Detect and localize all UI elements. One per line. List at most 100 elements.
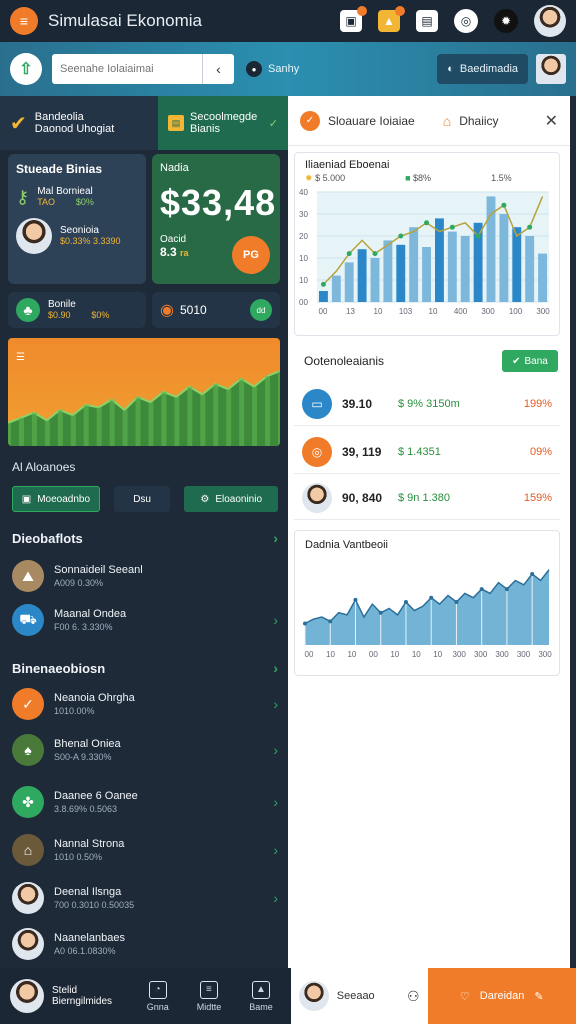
chevron-left-icon[interactable]: ‹ (202, 54, 234, 84)
hero-bar (213, 384, 219, 446)
hero-bar (226, 389, 232, 446)
hero-bar (70, 415, 76, 446)
action-button-2[interactable]: Dsu (113, 486, 171, 512)
row-detail: $ 9% 3150m (398, 397, 460, 410)
coin-badge-icon[interactable]: PG (232, 236, 270, 274)
x-tick-label: 103 (399, 307, 413, 316)
mini-stat-card[interactable]: ♣ Bonile $0.90 $0% (8, 292, 146, 328)
close-icon[interactable]: ✕ (545, 111, 558, 131)
legend-label: 1.5% (491, 173, 512, 183)
app-logo-icon[interactable]: ≡ (10, 7, 38, 35)
header-card-secondary[interactable]: ▤ Secoolmegde Bianis ✓ (158, 96, 288, 150)
dark-mode-icon[interactable]: ✹ (494, 9, 518, 33)
action-button-3[interactable]: ⚙ Eloaoninio (184, 486, 278, 512)
hero-bar (200, 394, 206, 446)
line-point (320, 281, 326, 287)
nav-label: Midtte (196, 1001, 222, 1012)
section-title: Binenaeobiosn (12, 660, 106, 676)
list-item[interactable]: ⛟ Maanal Ondea F00 6. 3.330% › (12, 600, 278, 640)
bottom-user[interactable]: Stelid Bierngilmides (0, 979, 139, 1013)
list-item-sub: A0 06.1.0830% (54, 946, 116, 956)
message-icon[interactable]: ▤ (416, 10, 438, 32)
list-item-sub: S00-A 9.330% (54, 752, 112, 762)
section-action-button[interactable]: ✔ Bana (502, 350, 558, 372)
landscape-icon: ⛰ (12, 560, 44, 592)
actions-title: Al Aloanoes (12, 460, 76, 474)
x-tick-label: 10 (326, 650, 335, 659)
nav-item-2[interactable]: ≡ Midtte (196, 980, 222, 1012)
header-card-primary[interactable]: ✔ Bandeolia Daonod Uhogiat (0, 96, 158, 150)
list-item[interactable]: Deenal Ilsnga 700 0.3010 0.50035 › (12, 878, 278, 918)
chart-title: Iliaeniad Eboenai (305, 159, 390, 171)
section-header-1[interactable]: Dieobaflots › (12, 530, 278, 546)
hero-bar (278, 371, 280, 446)
hero-bar (265, 376, 271, 446)
coin-stat-value: 5010 (179, 303, 207, 317)
status-icon: ● (246, 61, 262, 77)
x-tick-label: 13 (346, 307, 355, 316)
bar (357, 249, 367, 302)
user-avatar[interactable] (534, 5, 566, 37)
list-item[interactable]: ⛰ Sonnaideil Seeanl A009 0.30% (12, 556, 278, 596)
list-item-sub: 1010.00% (54, 706, 95, 716)
action-row: ▣ Moeoadnbo Dsu ⚙ Eloaoninio (12, 486, 278, 512)
table-row[interactable]: ◎ 39, 119 $ 1.4351 09% (294, 430, 560, 474)
hero-bar (8, 423, 11, 446)
coin-icon[interactable]: ◎ (454, 9, 478, 33)
tab-overview[interactable]: Sloauare Ioiaiae (328, 114, 415, 128)
list-item[interactable]: ♠ Bhenal Oniea S00-A 9.330% › (12, 730, 278, 770)
village-icon: ⌂ (12, 834, 44, 866)
bottom-user-name: Stelid (52, 985, 78, 996)
list-item[interactable]: Naanelanbaes A0 06.1.0830% (12, 924, 278, 964)
legend-label: $8% (413, 173, 432, 183)
area-chart-panel: Dadnia Vantbeoii 00 10 10 00 10 10 10 300 300 300… (294, 530, 560, 676)
hero-bar (109, 399, 115, 446)
action-button-1[interactable]: ▣ Moeoadnbo (12, 486, 100, 512)
left-column: ✔ Bandeolia Daonod Uhogiat ▤ Secoolmegde… (0, 96, 288, 966)
hero-bar (57, 410, 63, 446)
list-item-sub: 700 0.3010 0.50035 (54, 900, 135, 910)
hero-bar (252, 386, 258, 446)
balance-card[interactable]: Nadia $33,48 Oacid 8.3 ra PG (152, 154, 280, 284)
primary-action-button[interactable]: ♡ Dareidan ✎ (427, 968, 576, 1024)
card-label: Stueade Binias (16, 162, 103, 176)
action-label: Eloaoninio (215, 493, 263, 505)
bell-icon[interactable]: ▲ (378, 6, 405, 32)
coin-icon: ◎ (302, 436, 332, 467)
list-item-sub: A009 0.30% (54, 578, 104, 588)
table-row[interactable]: ▭ 39.10 $ 9% 3150m 199% (294, 382, 560, 426)
home-button[interactable]: ⇧ (10, 53, 42, 85)
primary-action-label: Dareidan (479, 990, 525, 1002)
coin-stat-card[interactable]: ◉ 5010 dd (152, 292, 280, 328)
bottom-profile-button[interactable]: Seeaao ⚇ (290, 968, 428, 1024)
row-percent: 09% (529, 445, 552, 458)
bar (447, 231, 457, 302)
gear-icon: ⚙ (200, 493, 210, 505)
account-button[interactable]: ◐ Baedimadia (437, 54, 528, 84)
nav-label: Gnna (146, 1001, 169, 1012)
bag-icon[interactable]: ▣ (340, 6, 367, 32)
card-row-title: Mal Bornieal (37, 186, 93, 197)
search-input[interactable] (52, 54, 202, 84)
mini-stat-percent: $0% (91, 310, 110, 320)
account-avatar[interactable] (536, 54, 566, 84)
status-card[interactable]: Stueade Binias ⚷ Mal Bornieal TAO $0% Se… (8, 154, 146, 284)
key-icon: ⚷ (16, 186, 30, 207)
bottom-nav: ◔ Gnna ≡ Midtte ▲ Bame (146, 980, 273, 1012)
nav-item-3[interactable]: ▲ Bame (249, 980, 273, 1012)
avatar (298, 981, 329, 1011)
list-item[interactable]: ✓ Neanoia Ohrgha 1010.00% › (12, 684, 278, 724)
list-item[interactable]: ⌂ Nannal Strona 1010 0.50% › (12, 830, 278, 870)
tab-history[interactable]: Dhaiicy (459, 114, 498, 128)
list-item[interactable]: ✤ Daanee 6 Oanee 3.8.69% 0.5063 › (12, 782, 278, 822)
heart-icon: ♡ (459, 990, 470, 1003)
bar (499, 214, 509, 302)
bar (460, 236, 470, 302)
nav-item-1[interactable]: ◔ Gnna (146, 980, 169, 1012)
table-row[interactable]: 90, 840 $ 9n 1.380 159% (294, 476, 560, 520)
section-header-2[interactable]: Binenaeobiosn › (12, 660, 278, 676)
field-icon: ♠ (12, 734, 44, 766)
hero-bar (187, 386, 193, 446)
hero-bar (83, 404, 89, 446)
area-point (378, 610, 383, 615)
